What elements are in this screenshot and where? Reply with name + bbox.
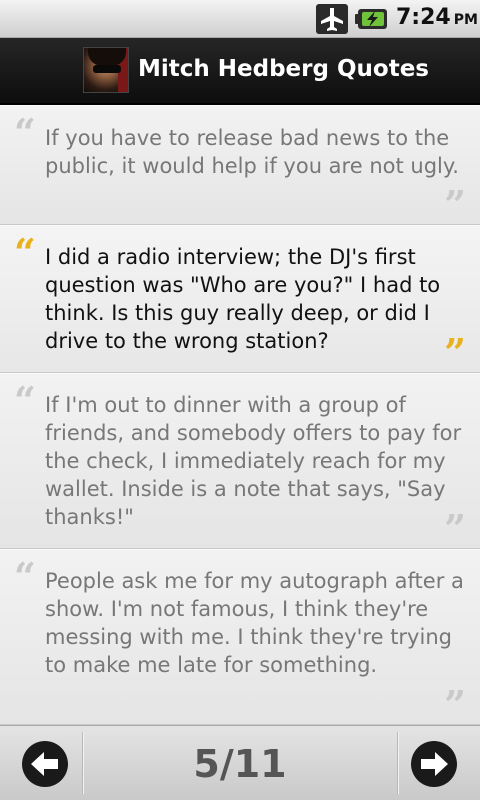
arrow-right-icon (421, 752, 448, 776)
quote-item[interactable]: “ If I'm out to dinner with a group of f… (0, 373, 480, 549)
avatar (83, 47, 129, 93)
quote-item[interactable]: “ If you have to release bad news to the… (0, 105, 480, 225)
close-quote-icon: ” (444, 506, 466, 551)
next-button[interactable] (411, 741, 457, 787)
previous-button[interactable] (22, 741, 68, 787)
divider (397, 732, 398, 794)
quote-text: People ask me for my autograph after a s… (45, 569, 464, 677)
quote-text: I did a radio interview; the DJ's first … (45, 245, 441, 353)
arrow-left-icon (31, 752, 58, 776)
quote-list[interactable]: “ If you have to release bad news to the… (0, 105, 480, 725)
quote-item-selected[interactable]: “ I did a radio interview; the DJ's firs… (0, 225, 480, 373)
page-indicator: 5/11 (193, 742, 287, 786)
pagination-bar: 5/11 (0, 725, 480, 800)
divider (82, 732, 83, 794)
open-quote-icon: “ (14, 378, 36, 423)
close-quote-icon: ” (444, 182, 466, 227)
status-bar: 7:24 PM (0, 0, 480, 38)
airplane-mode-icon (316, 4, 348, 34)
quote-text: If you have to release bad news to the p… (45, 126, 459, 178)
clock-ampm: PM (453, 12, 478, 28)
battery-charging-icon (355, 8, 389, 30)
open-quote-icon: “ (14, 110, 36, 155)
quote-item[interactable]: “ People ask me for my autograph after a… (0, 549, 480, 725)
open-quote-icon: “ (14, 554, 36, 599)
title-bar: Mitch Hedberg Quotes (0, 38, 480, 105)
close-quote-icon: ” (444, 330, 466, 375)
open-quote-icon: “ (14, 230, 36, 275)
clock: 7:24 PM (396, 5, 478, 30)
clock-time: 7:24 (396, 5, 451, 30)
close-quote-icon: ” (444, 682, 466, 727)
page-title: Mitch Hedberg Quotes (138, 56, 429, 82)
quote-text: If I'm out to dinner with a group of fri… (45, 393, 462, 529)
